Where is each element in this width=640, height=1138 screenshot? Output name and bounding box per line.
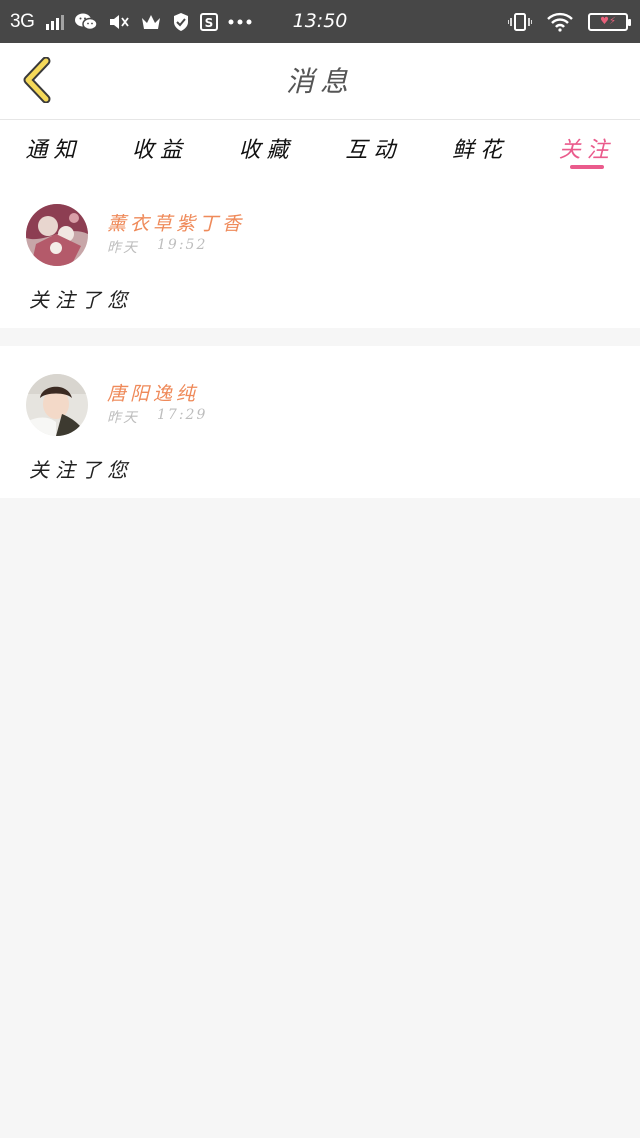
battery-icon: ♥⚡ bbox=[588, 12, 631, 31]
message-item[interactable]: 薰衣草紫丁香 昨天 19:52 关注了您 bbox=[0, 176, 640, 328]
tab-bar: 通知 收益 收藏 互动 鲜花 关注 bbox=[0, 120, 640, 176]
message-timestamp: 昨天 19:52 bbox=[107, 237, 207, 257]
status-bar: 3G S 13:50 ♥⚡ bbox=[0, 0, 640, 43]
message-list: 薰衣草紫丁香 昨天 19:52 关注了您 唐阳逸纯 昨天 17:29 关注了您 bbox=[0, 176, 640, 498]
tab-favorites[interactable]: 收藏 bbox=[213, 120, 320, 176]
tab-earnings[interactable]: 收益 bbox=[107, 120, 214, 176]
message-day: 昨天 bbox=[107, 240, 139, 256]
tab-follows[interactable]: 关注 bbox=[533, 120, 640, 176]
tab-interactions[interactable]: 互动 bbox=[320, 120, 427, 176]
message-item[interactable]: 唐阳逸纯 昨天 17:29 关注了您 bbox=[0, 346, 640, 498]
user-name[interactable]: 薰衣草紫丁香 bbox=[107, 209, 245, 236]
header-bar: 消息 bbox=[0, 43, 640, 120]
message-day: 昨天 bbox=[107, 410, 139, 426]
tab-label: 收益 bbox=[132, 138, 189, 163]
tab-label: 收藏 bbox=[238, 138, 295, 163]
vibrate-icon bbox=[508, 0, 532, 43]
active-tab-indicator bbox=[569, 165, 604, 169]
tab-label: 通知 bbox=[25, 138, 82, 163]
tab-notifications[interactable]: 通知 bbox=[0, 120, 107, 176]
user-name[interactable]: 唐阳逸纯 bbox=[107, 379, 199, 406]
tab-flowers[interactable]: 鲜花 bbox=[427, 120, 534, 176]
page-title: 消息 bbox=[285, 65, 354, 98]
message-time: 19:52 bbox=[157, 237, 208, 253]
wifi-icon bbox=[546, 0, 574, 43]
message-text: 关注了您 bbox=[29, 458, 133, 482]
avatar[interactable] bbox=[26, 204, 88, 266]
message-time: 17:29 bbox=[157, 407, 208, 423]
tab-label: 鲜花 bbox=[452, 138, 509, 163]
tab-label: 关注 bbox=[558, 138, 615, 163]
tab-label: 互动 bbox=[345, 138, 402, 163]
message-timestamp: 昨天 17:29 bbox=[107, 407, 207, 427]
message-text: 关注了您 bbox=[29, 288, 133, 312]
avatar[interactable] bbox=[26, 374, 88, 436]
